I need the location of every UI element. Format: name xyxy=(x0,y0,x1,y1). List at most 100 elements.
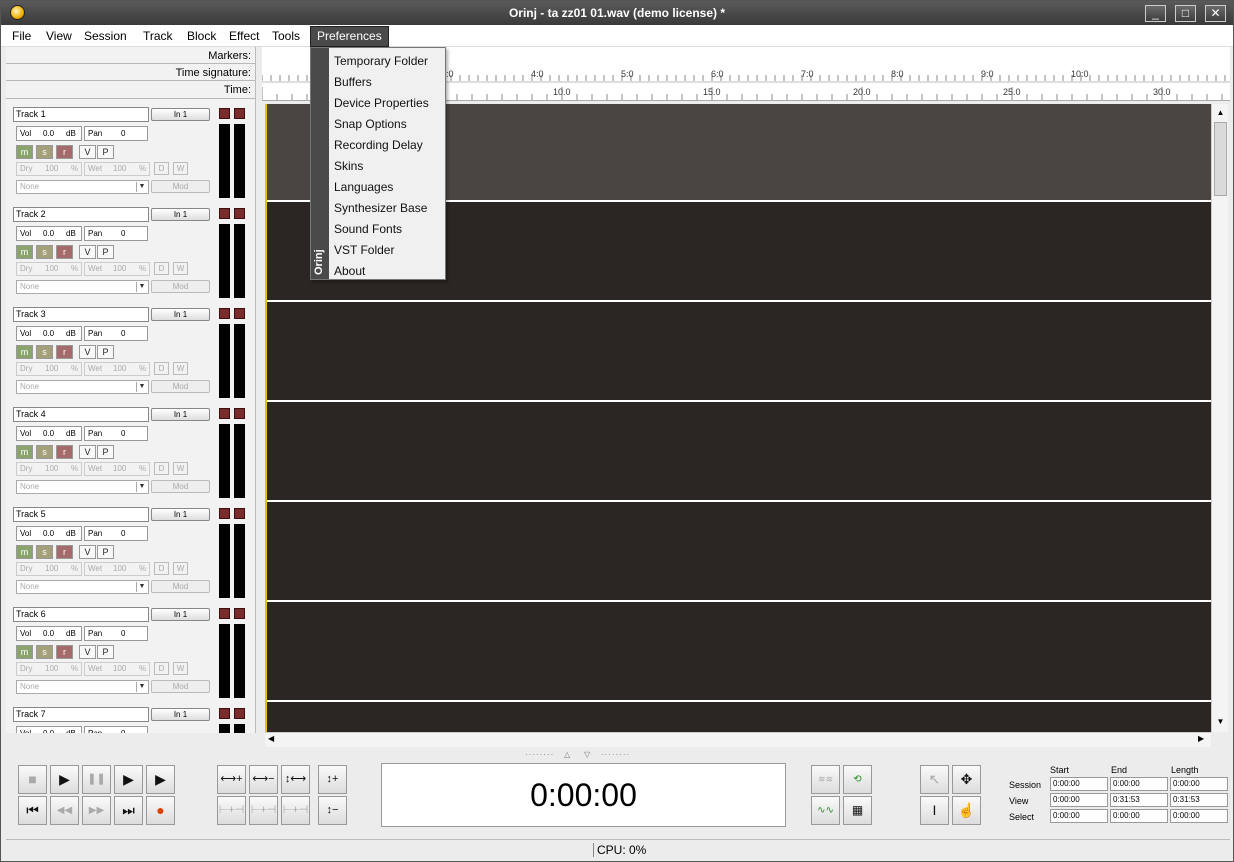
track-name-field[interactable]: Track 7 xyxy=(13,707,149,722)
pan-field[interactable]: Pan 0 xyxy=(84,126,148,141)
pan-envelope-button[interactable]: P xyxy=(97,345,114,359)
volume-field[interactable]: Vol 0.0 dB xyxy=(16,126,82,141)
move-tool-icon[interactable]: ✥ xyxy=(952,765,981,794)
dry-envelope-button[interactable]: D xyxy=(154,262,169,275)
wet-field[interactable]: Wet 100% xyxy=(84,462,150,476)
effect-select[interactable]: None ▼ xyxy=(16,380,149,394)
volume-field[interactable]: Vol 0.0 dB xyxy=(16,326,82,341)
vertical-scrollbar[interactable]: ▲ ▼ xyxy=(1211,104,1228,732)
pan-field[interactable]: Pan 0 xyxy=(84,726,148,733)
track-name-field[interactable]: Track 2 xyxy=(13,207,149,222)
pref-languages[interactable]: Languages xyxy=(334,180,393,194)
wet-field[interactable]: Wet 100% xyxy=(84,162,150,176)
waveform-icon[interactable]: ∿∿ xyxy=(811,796,840,825)
pause-button[interactable]: ❚❚ xyxy=(82,765,111,794)
pan-field[interactable]: Pan 0 xyxy=(84,426,148,441)
record-arm-button[interactable]: r xyxy=(56,445,73,459)
dry-field[interactable]: Dry 100% xyxy=(16,562,82,576)
pan-envelope-button[interactable]: P xyxy=(97,445,114,459)
track-name-field[interactable]: Track 4 xyxy=(13,407,149,422)
vertical-scroll-thumb[interactable] xyxy=(1214,122,1227,196)
maximize-button[interactable]: □ xyxy=(1175,5,1196,22)
horizontal-scrollbar[interactable]: ◀ ▶ xyxy=(265,732,1211,747)
piano-roll-icon[interactable]: ▦ xyxy=(843,796,872,825)
play-button[interactable]: ▶ xyxy=(50,765,79,794)
wet-envelope-button[interactable]: W xyxy=(173,462,188,475)
menu-file[interactable]: File xyxy=(12,29,31,43)
text-cursor-icon[interactable]: I xyxy=(920,796,949,825)
track-name-field[interactable]: Track 1 xyxy=(13,107,149,122)
solo-button[interactable]: s xyxy=(36,445,53,459)
track-input-button[interactable]: In 1 xyxy=(151,408,210,421)
chevron-down-icon[interactable]: ▼ xyxy=(136,682,147,692)
wet-field[interactable]: Wet 100% xyxy=(84,562,150,576)
zoom-out-horizontal-icon[interactable]: ⟷− xyxy=(249,765,278,794)
pan-envelope-button[interactable]: P xyxy=(97,645,114,659)
dry-field[interactable]: Dry 100% xyxy=(16,262,82,276)
dry-envelope-button[interactable]: D xyxy=(154,562,169,575)
track-lane[interactable] xyxy=(265,704,1211,732)
dry-envelope-button[interactable]: D xyxy=(154,162,169,175)
wet-envelope-button[interactable]: W xyxy=(173,662,188,675)
go-to-end-button[interactable]: ⏭ xyxy=(114,796,143,825)
wet-envelope-button[interactable]: W xyxy=(173,262,188,275)
modify-effect-button[interactable]: Mod xyxy=(151,480,210,493)
fast-forward-button[interactable]: ▶▶ xyxy=(82,796,111,825)
zoom-out-vertical-icon[interactable]: ↕− xyxy=(318,796,347,825)
volume-envelope-button[interactable]: V xyxy=(79,145,96,159)
modify-effect-button[interactable]: Mod xyxy=(151,280,210,293)
zoom-selection-3-icon[interactable]: ⊢+⊣ xyxy=(281,796,310,825)
dry-field[interactable]: Dry 100% xyxy=(16,162,82,176)
loop-wave-icon[interactable]: ⟲ xyxy=(843,765,872,794)
mute-button[interactable]: m xyxy=(16,545,33,559)
chevron-down-icon[interactable]: ▼ xyxy=(136,182,147,192)
pref-buffers[interactable]: Buffers xyxy=(334,75,372,89)
hand-tool-icon[interactable]: ☝ xyxy=(952,796,981,825)
menu-effect[interactable]: Effect xyxy=(229,29,259,43)
record-button[interactable]: ● xyxy=(146,796,175,825)
go-to-start-button[interactable]: ⏮ xyxy=(18,796,47,825)
track-input-button[interactable]: In 1 xyxy=(151,508,210,521)
solo-button[interactable]: s xyxy=(36,645,53,659)
scroll-left-icon[interactable]: ◀ xyxy=(268,734,274,743)
pref-recording-delay[interactable]: Recording Delay xyxy=(334,138,423,152)
wet-field[interactable]: Wet 100% xyxy=(84,262,150,276)
zoom-in-horizontal-icon[interactable]: ⟷+ xyxy=(217,765,246,794)
volume-envelope-button[interactable]: V xyxy=(79,445,96,459)
record-arm-button[interactable]: r xyxy=(56,345,73,359)
dry-envelope-button[interactable]: D xyxy=(154,662,169,675)
dry-field[interactable]: Dry 100% xyxy=(16,662,82,676)
track-name-field[interactable]: Track 3 xyxy=(13,307,149,322)
minimize-button[interactable]: _ xyxy=(1145,5,1166,22)
track-lane[interactable] xyxy=(265,604,1211,702)
mute-button[interactable]: m xyxy=(16,645,33,659)
effect-select[interactable]: None ▼ xyxy=(16,580,149,594)
scroll-right-icon[interactable]: ▶ xyxy=(1198,734,1204,743)
volume-envelope-button[interactable]: V xyxy=(79,345,96,359)
dry-field[interactable]: Dry 100% xyxy=(16,362,82,376)
dry-envelope-button[interactable]: D xyxy=(154,362,169,375)
chevron-down-icon[interactable]: ▼ xyxy=(136,382,147,392)
play-loop-button[interactable]: ▶ xyxy=(146,765,175,794)
scroll-down-icon[interactable]: ▼ xyxy=(1214,715,1227,728)
mute-button[interactable]: m xyxy=(16,245,33,259)
track-name-field[interactable]: Track 5 xyxy=(13,507,149,522)
menu-session[interactable]: Session xyxy=(84,29,127,43)
solo-button[interactable]: s xyxy=(36,245,53,259)
pan-field[interactable]: Pan 0 xyxy=(84,326,148,341)
track-input-button[interactable]: In 1 xyxy=(151,608,210,621)
mixer-icon[interactable]: ≋≋ xyxy=(811,765,840,794)
playhead-cursor[interactable] xyxy=(265,104,267,732)
zoom-in-vertical-icon[interactable]: ↕+ xyxy=(318,765,347,794)
zoom-selection-2-icon[interactable]: ⊢+⊣ xyxy=(249,796,278,825)
volume-field[interactable]: Vol 0.0 dB xyxy=(16,626,82,641)
effect-select[interactable]: None ▼ xyxy=(16,180,149,194)
track-input-button[interactable]: In 1 xyxy=(151,108,210,121)
pref-vst-folder[interactable]: VST Folder xyxy=(334,243,394,257)
record-arm-button[interactable]: r xyxy=(56,145,73,159)
pref-about[interactable]: About xyxy=(334,264,365,278)
effect-select[interactable]: None ▼ xyxy=(16,480,149,494)
mute-button[interactable]: m xyxy=(16,145,33,159)
track-input-button[interactable]: In 1 xyxy=(151,708,210,721)
track-lane[interactable] xyxy=(265,504,1211,602)
